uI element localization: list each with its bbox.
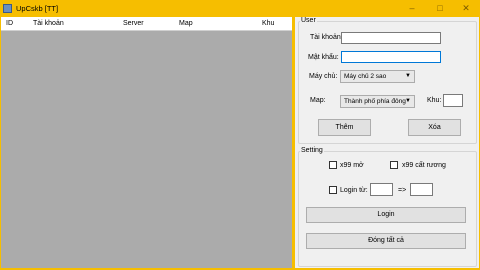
map-label: Map:	[310, 97, 326, 104]
login-button[interactable]: Login	[306, 207, 466, 223]
grid-header: ID Tài khoản Server Map Khu	[1, 17, 292, 31]
app-icon	[3, 4, 12, 13]
zone-label: Khu:	[427, 97, 442, 104]
x99-cat-ruong-checkbox[interactable]	[390, 161, 398, 169]
password-input[interactable]	[341, 51, 441, 63]
login-from-checkbox[interactable]	[329, 186, 337, 194]
column-header-account[interactable]: Tài khoản	[33, 20, 64, 27]
x99-mo-label[interactable]: x99 mở	[340, 162, 364, 169]
column-header-id[interactable]: ID	[6, 20, 13, 27]
chevron-down-icon: ▼	[405, 73, 411, 79]
server-select[interactable]: Máy chủ 2 sao ▼	[340, 70, 415, 83]
minimize-icon[interactable]: –	[398, 1, 426, 16]
panel-splitter[interactable]	[292, 17, 295, 268]
close-all-button[interactable]: Đóng tất cả	[306, 233, 466, 249]
map-select[interactable]: Thành phố phía đông ▼	[340, 95, 415, 108]
zone-input[interactable]	[443, 94, 463, 107]
delete-button[interactable]: Xóa	[408, 119, 461, 136]
setting-group-legend: Setting	[300, 147, 324, 154]
column-header-map[interactable]: Map	[179, 20, 193, 27]
account-grid[interactable]: ID Tài khoản Server Map Khu	[1, 17, 293, 268]
server-label: Máy chủ:	[309, 73, 338, 80]
add-button[interactable]: Thêm	[318, 119, 371, 136]
account-label: Tài khoản:	[310, 34, 343, 41]
server-select-value: Máy chủ 2 sao	[344, 73, 387, 80]
x99-mo-checkbox[interactable]	[329, 161, 337, 169]
user-group-legend: User	[300, 17, 317, 24]
login-from-label[interactable]: Login từ:	[340, 187, 368, 194]
chevron-down-icon: ▼	[405, 98, 411, 104]
login-from-input[interactable]	[370, 183, 393, 196]
account-input[interactable]	[341, 32, 441, 44]
x99-cat-ruong-label[interactable]: x99 cất rương	[402, 162, 446, 169]
close-icon[interactable]: ✕	[452, 1, 480, 16]
column-header-server[interactable]: Server	[123, 20, 144, 27]
password-label: Mật khẩu:	[308, 54, 339, 61]
title-bar: UpCskb [TT] – □ ✕	[0, 0, 480, 17]
column-header-zone[interactable]: Khu	[262, 20, 274, 27]
map-select-value: Thành phố phía đông	[344, 98, 406, 105]
login-to-input[interactable]	[410, 183, 433, 196]
login-range-arrow: =>	[398, 187, 407, 194]
maximize-icon[interactable]: □	[426, 1, 454, 16]
window-title: UpCskb [TT]	[16, 4, 59, 13]
